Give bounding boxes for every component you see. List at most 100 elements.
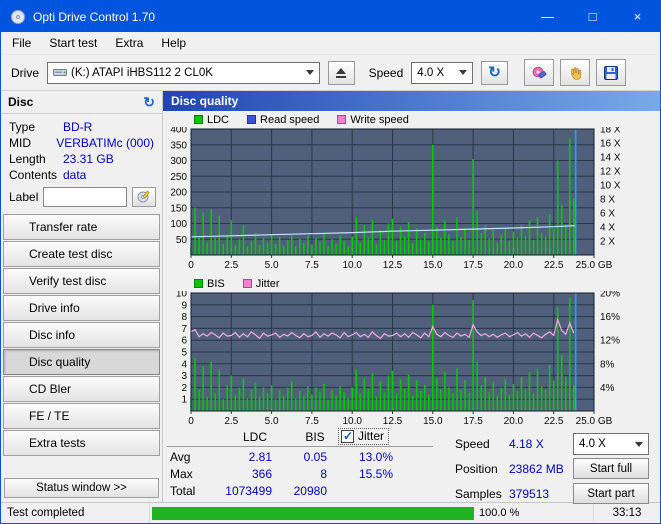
- close-button[interactable]: ×: [615, 1, 660, 32]
- svg-text:300: 300: [170, 156, 187, 167]
- sidebar-item-label: Verify test disc: [29, 274, 107, 288]
- time-section: 33:13: [594, 507, 660, 519]
- sidebar-item-fe-te[interactable]: FE / TE: [3, 403, 160, 429]
- disc-label-label: Label: [9, 190, 39, 204]
- menubar: File Start test Extra Help: [1, 32, 660, 54]
- status-section: Test completed: [1, 503, 150, 523]
- quality-speed-select[interactable]: 4.0 X: [573, 433, 649, 455]
- sidebar: Disc ↻ Type BD-R MID VERBATIMc (000) Len…: [1, 91, 163, 502]
- menu-file[interactable]: File: [3, 32, 40, 54]
- svg-text:400: 400: [170, 127, 187, 136]
- avg-jitter-value: 13.0%: [358, 450, 393, 464]
- svg-text:8%: 8%: [600, 359, 615, 370]
- disc-panel-title: Disc: [8, 95, 34, 109]
- disc-info-row: Type BD-R: [1, 119, 162, 135]
- page-title-text: Disc quality: [171, 94, 239, 108]
- disc-mid-label: MID: [9, 136, 31, 150]
- refresh-drive-button[interactable]: ↻: [481, 60, 508, 85]
- statusbar: Test completed 100.0 % 33:13: [1, 502, 660, 523]
- disc-length-label: Length: [9, 152, 46, 166]
- status-window-button[interactable]: Status window >>: [4, 478, 159, 498]
- chevron-down-icon: [459, 70, 467, 75]
- jitter-checkbox[interactable]: Jitter: [337, 428, 390, 445]
- speed-select[interactable]: 4.0 X: [411, 61, 473, 84]
- eject-button[interactable]: [327, 60, 355, 85]
- svg-text:16 X: 16 X: [600, 139, 621, 150]
- sidebar-item-drive-info[interactable]: Drive info: [3, 295, 160, 321]
- drive-icon: [53, 67, 68, 78]
- drive-label: Drive: [11, 65, 40, 80]
- total-row-label: Total: [170, 484, 196, 498]
- svg-text:6: 6: [181, 336, 187, 347]
- svg-text:7.5: 7.5: [305, 260, 319, 271]
- drive-select[interactable]: (K:) ATAPI iHBS112 2 CL0K: [47, 61, 320, 84]
- disc-info-row: Contents data: [1, 167, 162, 183]
- svg-text:6 X: 6 X: [600, 209, 615, 220]
- refresh-icon: ↻: [488, 64, 501, 81]
- disc-info: Type BD-R MID VERBATIMc (000) Length 23.…: [1, 114, 162, 184]
- svg-text:3: 3: [181, 371, 187, 382]
- svg-text:200: 200: [170, 188, 187, 199]
- legend-item-read-speed: Read speed: [247, 114, 319, 126]
- table-divider: [167, 446, 433, 447]
- hand-tool-button[interactable]: [560, 59, 590, 86]
- start-part-button[interactable]: Start part: [573, 483, 649, 504]
- write-label-button[interactable]: [132, 187, 156, 207]
- svg-text:8: 8: [181, 312, 187, 323]
- menu-help[interactable]: Help: [152, 32, 195, 54]
- erase-disc-button[interactable]: [524, 59, 554, 86]
- menu-start-test[interactable]: Start test: [40, 32, 106, 54]
- svg-text:8 X: 8 X: [600, 195, 615, 206]
- svg-text:10: 10: [176, 291, 188, 300]
- legend-item-write-speed: Write speed: [337, 114, 409, 126]
- svg-text:0: 0: [188, 416, 194, 427]
- max-ldc-value: 366: [251, 467, 272, 481]
- svg-text:100: 100: [170, 219, 187, 230]
- disc-info-row: Length 23.31 GB: [1, 151, 162, 167]
- disc-type-label: Type: [9, 120, 36, 134]
- jitter-swatch-icon: [242, 279, 252, 288]
- elapsed-time: 33:13: [612, 507, 642, 519]
- sidebar-item-label: Create test disc: [29, 247, 113, 261]
- svg-text:16%: 16%: [600, 312, 620, 323]
- svg-text:22.5: 22.5: [544, 260, 564, 271]
- minimize-button[interactable]: —: [525, 1, 570, 32]
- svg-text:12.5: 12.5: [383, 260, 403, 271]
- quality-speed-value: 4.0 X: [579, 438, 606, 450]
- refresh-disc-icon[interactable]: ↻: [143, 95, 155, 109]
- max-jitter-value: 15.5%: [358, 467, 393, 481]
- sidebar-item-create-test-disc[interactable]: Create test disc: [3, 241, 160, 267]
- bottom-chart-legend: BIS Jitter: [194, 277, 660, 290]
- results-panel: LDC BIS Jitter Avg 2.81 0.05 13.0% Max 3…: [163, 427, 660, 504]
- write-speed-swatch-icon: [337, 115, 347, 124]
- disc-length-value: 23.31 GB: [63, 152, 114, 166]
- disc-label-input[interactable]: [43, 187, 128, 207]
- svg-text:0: 0: [188, 260, 194, 271]
- avg-bis-value: 0.05: [303, 450, 327, 464]
- sidebar-item-transfer-rate[interactable]: Transfer rate: [3, 214, 160, 240]
- svg-text:10.0: 10.0: [342, 416, 362, 427]
- speed-label: Speed: [455, 437, 490, 451]
- progress-fill: [152, 506, 474, 520]
- menu-extra[interactable]: Extra: [106, 32, 152, 54]
- sidebar-item-extra-tests[interactable]: Extra tests: [3, 430, 160, 456]
- start-full-button[interactable]: Start full: [573, 458, 649, 479]
- disc-contents-label: Contents: [9, 168, 58, 182]
- sidebar-item-label: FE / TE: [29, 409, 70, 423]
- sidebar-item-cd-bler[interactable]: CD Bler: [3, 376, 160, 402]
- ldc-speed-chart: 400 350 300 250 200 150 100 50 18 X 16 X 14 X 12 X 1…: [170, 127, 621, 271]
- sidebar-item-label: CD Bler: [29, 382, 72, 396]
- max-row-label: Max: [170, 467, 193, 481]
- svg-text:5.0: 5.0: [265, 416, 279, 427]
- ldc-column-header: LDC: [242, 430, 267, 444]
- maximize-button[interactable]: □: [570, 1, 615, 32]
- sidebar-item-disc-quality[interactable]: Disc quality: [3, 349, 160, 375]
- total-bis-value: 20980: [293, 484, 327, 498]
- sidebar-item-disc-info[interactable]: Disc info: [3, 322, 160, 348]
- disc-contents-value[interactable]: data: [63, 168, 86, 182]
- sidebar-item-verify-test-disc[interactable]: Verify test disc: [3, 268, 160, 294]
- hand-icon: [571, 66, 582, 80]
- status-window-label: Status window >>: [36, 482, 127, 494]
- save-results-button[interactable]: [596, 59, 626, 86]
